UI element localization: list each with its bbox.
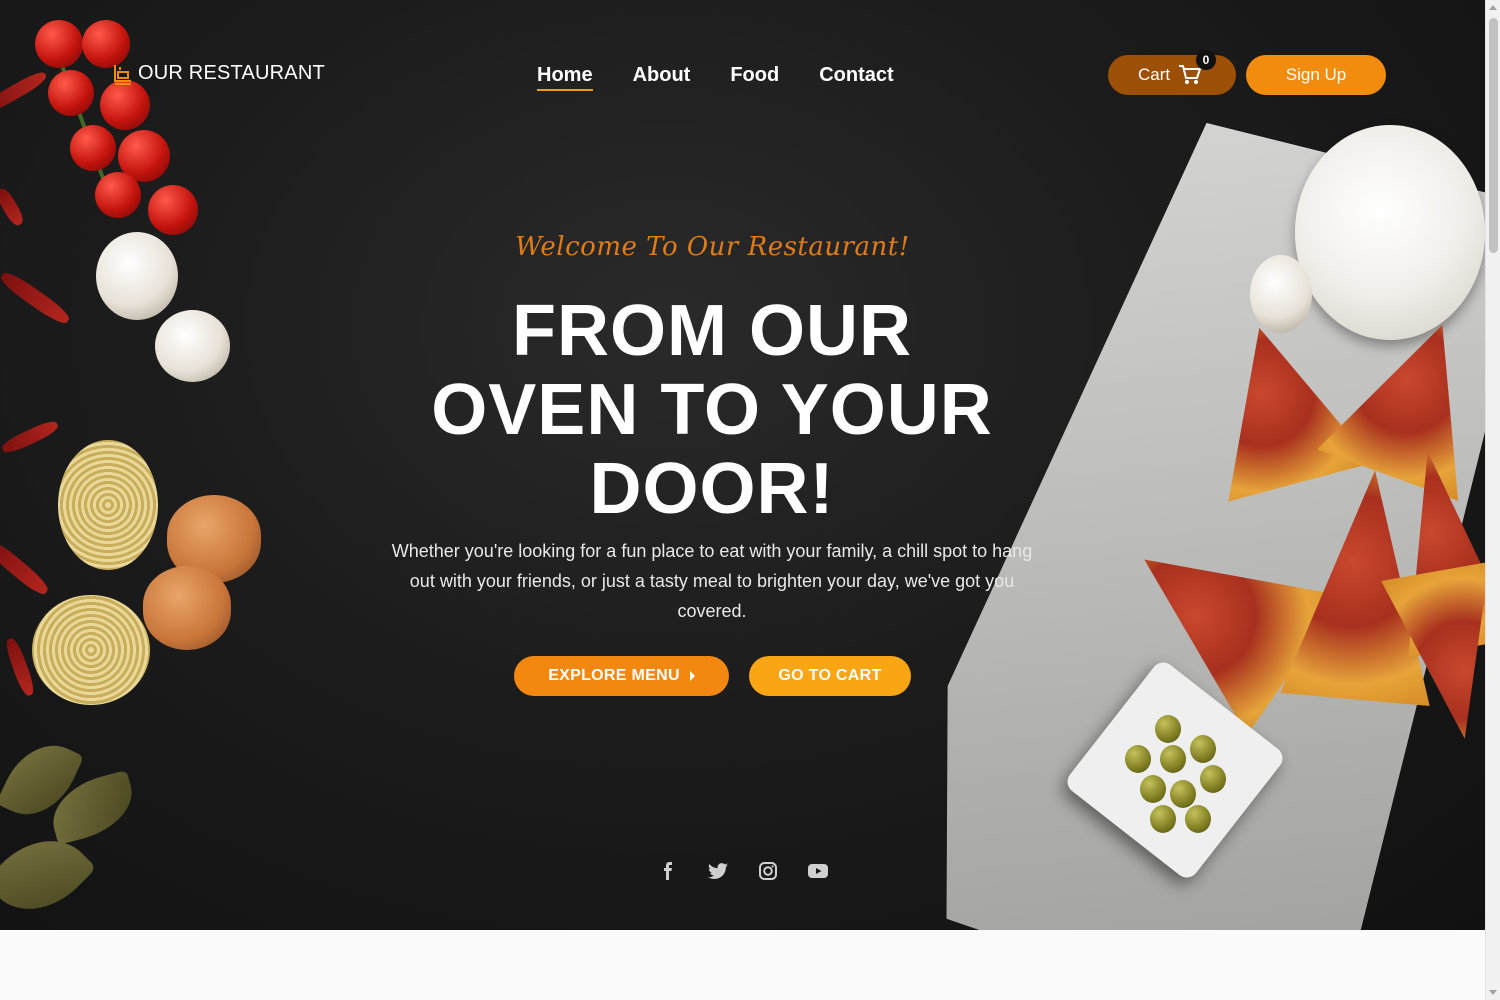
headline-line-2: OVEN TO YOUR — [431, 370, 993, 450]
facebook-icon[interactable] — [658, 861, 678, 881]
nav-home[interactable]: Home — [537, 64, 593, 91]
welcome-text: Welcome To Our Restaurant! — [515, 232, 910, 262]
hero-description: Whether you're looking for a fun place t… — [391, 541, 1033, 621]
next-section — [0, 930, 1485, 1000]
social-links — [658, 861, 828, 881]
scroll-down-icon[interactable] — [1489, 990, 1497, 995]
signup-button[interactable]: Sign Up — [1246, 55, 1386, 95]
chef-stove-icon — [112, 63, 132, 85]
headline-line-3: DOOR! — [589, 449, 835, 529]
caret-right-icon — [689, 671, 695, 681]
go-to-cart-button[interactable]: GO TO CART — [749, 656, 911, 696]
scroll-up-icon[interactable] — [1489, 5, 1497, 10]
main-nav: Home About Food Contact — [537, 64, 894, 91]
explore-menu-button[interactable]: EXPLORE MENU — [514, 656, 729, 696]
cart-label: Cart — [1138, 65, 1171, 84]
nav-contact[interactable]: Contact — [819, 64, 893, 91]
explore-menu-label: EXPLORE MENU — [548, 667, 680, 684]
scrollbar-thumb[interactable] — [1489, 18, 1498, 253]
brand-name: OUR RESTAURANT — [138, 62, 325, 84]
youtube-icon[interactable] — [808, 861, 828, 881]
cart-count-badge: 0 — [1196, 50, 1216, 70]
instagram-icon[interactable] — [758, 861, 778, 881]
brand-logo[interactable]: OUR RESTAURANT — [112, 62, 325, 85]
headline-line-1: FROM OUR — [512, 291, 912, 371]
cart-button[interactable]: Cart — [1108, 55, 1236, 95]
hero-section: OUR RESTAURANT Home About Food Contact C… — [0, 0, 1485, 930]
twitter-icon[interactable] — [708, 861, 728, 881]
page-scrollbar[interactable] — [1485, 0, 1500, 1000]
hero-headline: FROM OUR OVEN TO YOUR DOOR! — [412, 292, 1012, 529]
nav-food[interactable]: Food — [730, 64, 779, 91]
nav-about[interactable]: About — [633, 64, 691, 91]
